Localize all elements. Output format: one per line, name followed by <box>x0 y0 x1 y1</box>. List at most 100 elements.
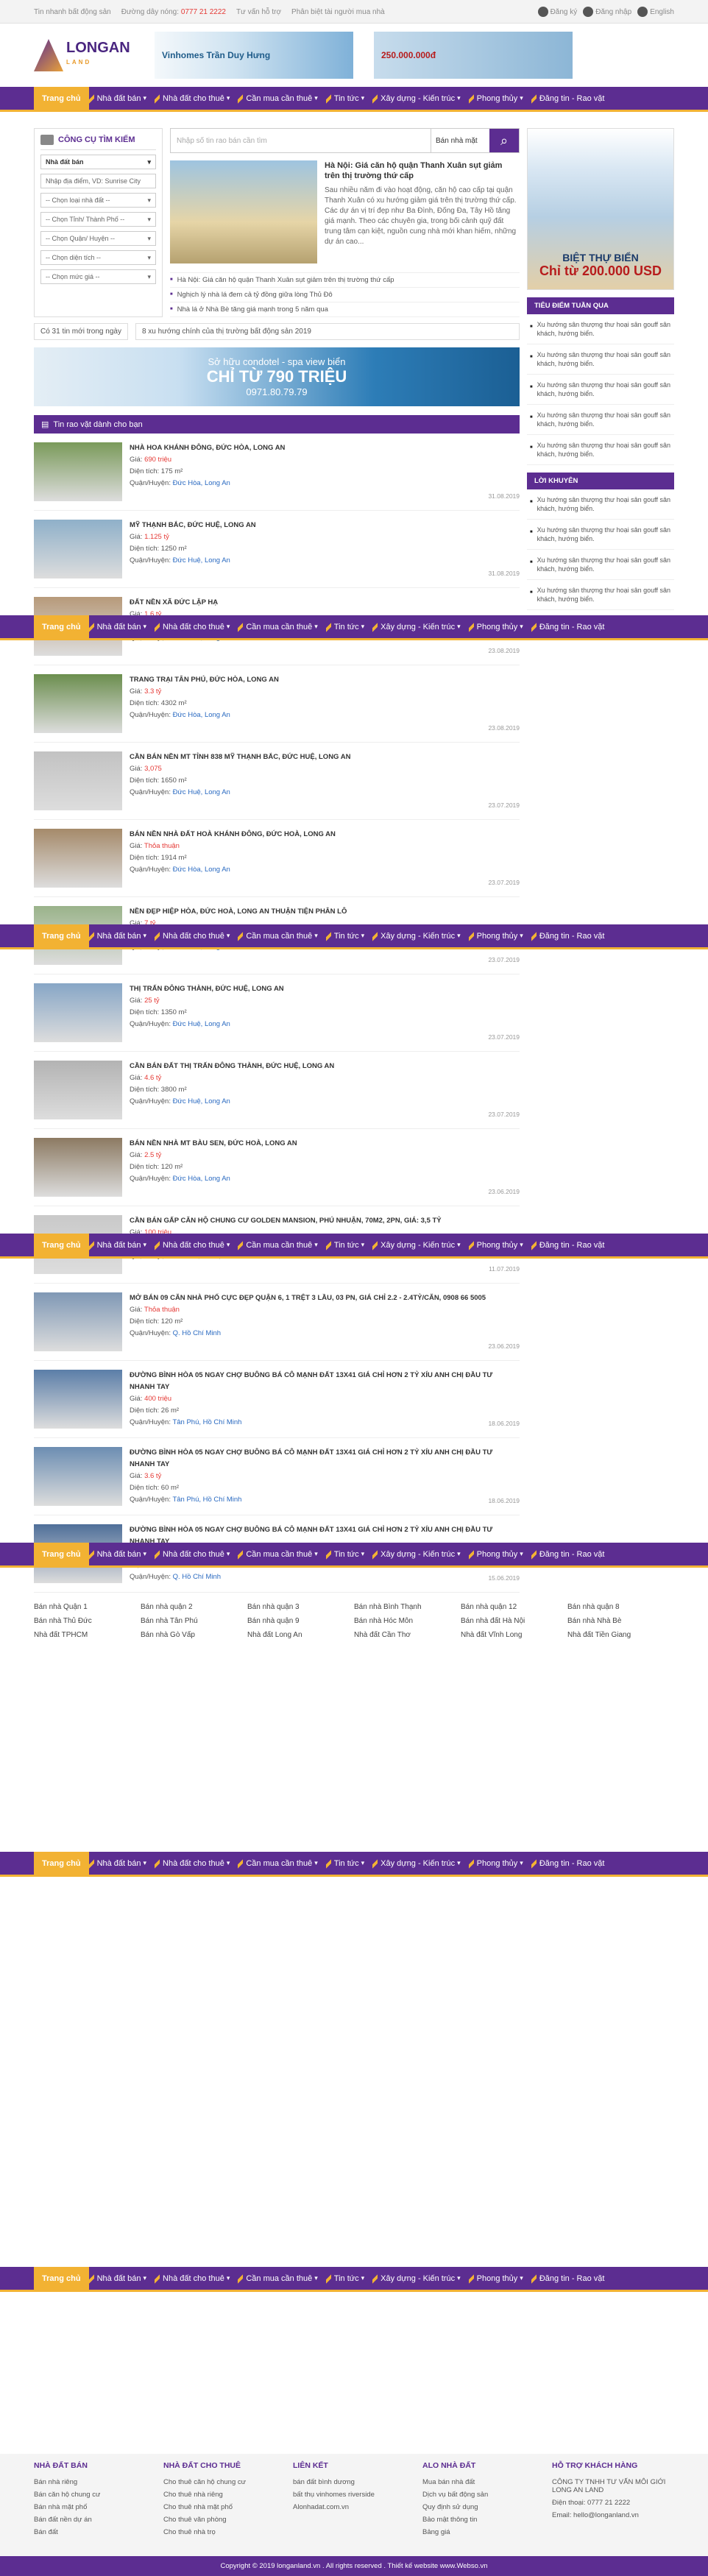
nav-item[interactable]: Cần mua cần thuê <box>238 615 325 638</box>
footer-item[interactable]: Email: hello@longanland.vn <box>552 2509 674 2522</box>
nav-item[interactable]: Xây dựng - Kiến trúc <box>372 2267 468 2290</box>
footer-item[interactable]: Cho thuê nhà mặt phố <box>163 2501 286 2513</box>
news-bullet[interactable]: Nghịch lý nhà lá đem cả tỷ đồng giữa lòn… <box>170 288 520 302</box>
footer-item[interactable]: Dịch vụ bất động sản <box>422 2488 545 2501</box>
footer-item[interactable]: bán đất bình dương <box>293 2476 415 2488</box>
footer-link[interactable]: Bán nhà Hóc Môn <box>354 1617 461 1625</box>
listing-row[interactable]: MỸ THẠNH BẮC, ĐỨC HUỆ, LONG AN Giá: 1.125… <box>34 511 520 588</box>
nav-item[interactable]: Tin tức <box>325 924 372 947</box>
advice-item[interactable]: Xu hướng sân thượng thư hoại sân gouff s… <box>527 520 674 550</box>
search-button[interactable]: ⌕ <box>489 129 519 152</box>
listing-thumbnail[interactable] <box>34 829 122 888</box>
filter-select[interactable]: -- Chọn loại nhà đất -- <box>40 193 156 208</box>
footer-item[interactable]: Bán nhà riêng <box>34 2476 156 2488</box>
listing-thumbnail[interactable] <box>34 1138 122 1197</box>
footer-link[interactable]: Bán nhà Tân Phú <box>141 1617 247 1625</box>
search-input[interactable]: Nhập số tin rao bán cần tìm <box>171 129 431 152</box>
news-item[interactable]: Xu hướng sân thượng thư hoại sân gouff s… <box>527 344 674 375</box>
listing-row[interactable]: BÁN NỀN NHÀ MT BÀU SEN, ĐỨC HOÀ, LONG AN… <box>34 1129 520 1206</box>
listing-row[interactable]: MỞ BÁN 09 CĂN NHÀ PHỐ CỰC ĐẸP QUẬN 6, 1 … <box>34 1284 520 1361</box>
nav-item[interactable]: Trang chủ <box>34 1543 89 1565</box>
footer-link[interactable]: Nhà đất Long An <box>247 1631 354 1639</box>
nav-item[interactable]: Đăng tin - Rao vặt <box>531 1852 613 1875</box>
nav-item[interactable]: Xây dựng - Kiến trúc <box>372 615 468 638</box>
header-banner-1[interactable]: Vinhomes Trần Duy Hưng <box>155 32 353 79</box>
nav-item[interactable]: Nhà đất cho thuê <box>155 1852 238 1875</box>
nav-item[interactable]: Cần mua cần thuê <box>238 924 325 947</box>
nav-item[interactable]: Cần mua cần thuê <box>238 2267 325 2290</box>
news-item[interactable]: Xu hướng sân thượng thư hoại sân gouff s… <box>527 375 674 405</box>
location-input[interactable]: Nhập địa điểm, VD: Sunrise City <box>40 174 156 188</box>
listing-row[interactable]: NHÀ HOA KHÁNH ĐÔNG, ĐỨC HÒA, LONG AN Giá:… <box>34 434 520 511</box>
nav-item[interactable]: Phong thủy <box>468 1234 531 1256</box>
location-value[interactable]: Đức Hòa, Long An <box>173 479 230 487</box>
language-button[interactable]: English <box>637 7 674 17</box>
footer-item[interactable]: Bảo mật thông tin <box>422 2513 545 2526</box>
news-item[interactable]: Xu hướng sân thượng thư hoại sân gouff s… <box>527 314 674 344</box>
location-value[interactable]: Đức Hòa, Long An <box>173 1175 230 1183</box>
footer-item[interactable]: Bán đất <box>34 2526 156 2538</box>
listing-title[interactable]: ĐẤT NỀN XÃ ĐỨC LẬP HẠ <box>130 597 520 609</box>
logo[interactable]: LONGAN LAND <box>34 33 137 77</box>
footer-item[interactable]: Bán đất nền dự án <box>34 2513 156 2526</box>
topbar-news-label[interactable]: Tin nhanh bất động sản <box>34 8 111 16</box>
location-value[interactable]: Đức Hòa, Long An <box>173 711 230 719</box>
nav-item[interactable]: Tin tức <box>325 2267 372 2290</box>
footer-link[interactable]: Nhà đất Cần Thơ <box>354 1631 461 1639</box>
listing-thumbnail[interactable] <box>34 1061 122 1119</box>
footer-link[interactable]: Bán nhà quận 8 <box>567 1603 674 1611</box>
listing-row[interactable]: ĐƯỜNG BÌNH HÒA 05 NGAY CHỢ BUÔNG BÁ CÔ M… <box>34 1361 520 1438</box>
villa-ad[interactable]: BIỆT THỰ BIỂN Chỉ từ 200.000 USD <box>527 128 674 290</box>
footer-item[interactable]: Alonhadat.com.vn <box>293 2501 415 2513</box>
footer-link[interactable]: Bán nhà Nhà Bè <box>567 1617 674 1625</box>
nav-item[interactable]: Tin tức <box>325 1234 372 1256</box>
advice-item[interactable]: Xu hướng sân thượng thư hoại sân gouff s… <box>527 580 674 610</box>
nav-item[interactable]: Đăng tin - Rao vặt <box>531 1543 613 1565</box>
nav-item[interactable]: Đăng tin - Rao vặt <box>531 2267 613 2290</box>
footer-link[interactable]: Bán nhà Bình Thạnh <box>354 1603 461 1611</box>
listing-title[interactable]: CẦN BÁN NỀN MT TỈNH 838 MỸ THẠNH BẮC, ĐỨ… <box>130 751 520 763</box>
footer-link[interactable]: Nhà đất Tiền Giang <box>567 1631 674 1639</box>
nav-item[interactable]: Trang chủ <box>34 2267 89 2290</box>
search-category-select[interactable]: Bán nhà mặt <box>431 129 489 152</box>
location-value[interactable]: Tân Phú, Hồ Chí Minh <box>172 1496 241 1504</box>
nav-item[interactable]: Nhà đất bán <box>88 924 155 947</box>
login-button[interactable]: Đăng ký <box>537 7 577 17</box>
footer-item[interactable]: Mua bán nhà đất <box>422 2476 545 2488</box>
location-value[interactable]: Đức Huệ, Long An <box>173 1020 230 1028</box>
nav-item[interactable]: Đăng tin - Rao vặt <box>531 615 613 638</box>
filter-select[interactable]: -- Chọn Tỉnh/ Thành Phố -- <box>40 212 156 227</box>
location-value[interactable]: Đức Huệ, Long An <box>173 1097 230 1105</box>
footer-item[interactable]: Cho thuê nhà trọ <box>163 2526 286 2538</box>
nav-item[interactable]: Xây dựng - Kiến trúc <box>372 1543 468 1565</box>
listing-title[interactable]: BÁN NỀN NHÀ MT BÀU SEN, ĐỨC HOÀ, LONG AN <box>130 1138 520 1150</box>
footer-item[interactable]: Cho thuê căn hộ chung cư <box>163 2476 286 2488</box>
buyer-note-link[interactable]: Phân biệt tài người mua nhà <box>291 8 385 16</box>
listing-title[interactable]: ĐƯỜNG BÌNH HÒA 05 NGAY CHỢ BUÔNG BÁ CÔ M… <box>130 1447 520 1471</box>
filter-select[interactable]: -- Chọn mức giá -- <box>40 269 156 284</box>
footer-item[interactable]: Cho thuê nhà riêng <box>163 2488 286 2501</box>
listing-row[interactable]: ĐƯỜNG BÌNH HÒA 05 NGAY CHỢ BUÔNG BÁ CÔ M… <box>34 1438 520 1515</box>
listing-thumbnail[interactable] <box>34 983 122 1042</box>
listing-title[interactable]: ĐƯỜNG BÌNH HÒA 05 NGAY CHỢ BUÔNG BÁ CÔ M… <box>130 1370 520 1393</box>
advice-item[interactable]: Xu hướng sân thượng thư hoại sân gouff s… <box>527 550 674 580</box>
footer-link[interactable]: Nhà đất TPHCM <box>34 1631 141 1639</box>
nav-item[interactable]: Phong thủy <box>468 1543 531 1565</box>
listing-title[interactable]: MỞ BÁN 09 CĂN NHÀ PHỐ CỰC ĐẸP QUẬN 6, 1 … <box>130 1292 520 1304</box>
listing-thumbnail[interactable] <box>34 1370 122 1429</box>
footer-item[interactable]: bất thụ vinhomes riverside <box>293 2488 415 2501</box>
listing-row[interactable]: TRANG TRẠI TÂN PHÚ, ĐỨC HÒA, LONG AN Giá:… <box>34 665 520 743</box>
nav-item[interactable]: Trang chủ <box>34 924 89 947</box>
footer-link[interactable]: Bán nhà Thủ Đức <box>34 1617 141 1625</box>
nav-item[interactable]: Nhà đất bán <box>88 1234 155 1256</box>
nav-item[interactable]: Nhà đất cho thuê <box>155 2267 238 2290</box>
location-value[interactable]: Q. Hồ Chí Minh <box>173 1573 221 1581</box>
nav-item[interactable]: Cần mua cần thuê <box>238 1543 325 1565</box>
nav-item[interactable]: Nhà đất cho thuê <box>155 924 238 947</box>
footer-link[interactable]: Bán nhà Gò Vấp <box>141 1631 247 1639</box>
nav-item[interactable]: Phong thủy <box>468 1852 531 1875</box>
location-value[interactable]: Đức Hòa, Long An <box>173 866 230 874</box>
listing-title[interactable]: NHÀ HOA KHÁNH ĐÔNG, ĐỨC HÒA, LONG AN <box>130 442 520 454</box>
nav-item[interactable]: Nhà đất bán <box>88 1852 155 1875</box>
listing-row[interactable]: CẦN BÁN ĐẤT THỊ TRẤN ĐÔNG THÀNH, ĐỨC HUỆ… <box>34 1052 520 1129</box>
